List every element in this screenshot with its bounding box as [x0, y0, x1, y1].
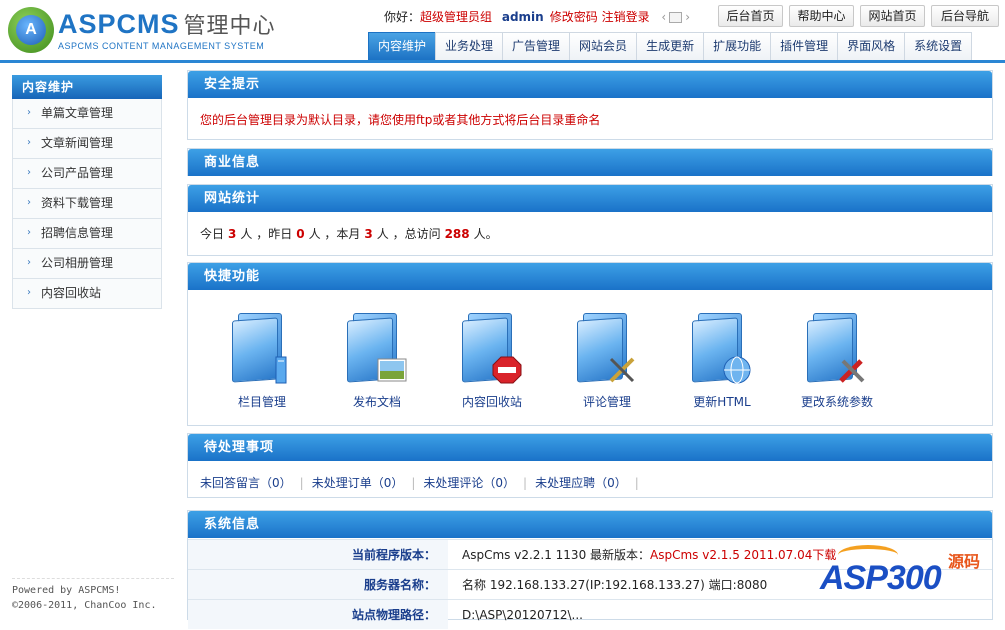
quick-item-recycle[interactable]: 内容回收站 — [442, 307, 542, 410]
todo-panel: 待处理事项 未回答留言（0） | 未处理订单（0） | 未处理评论（0） | 未处理应聘（0… — [187, 433, 993, 498]
today-count: 3 — [228, 227, 237, 241]
tab-ads[interactable]: 广告管理 — [502, 32, 571, 60]
quick-item-update-html[interactable]: 更新HTML — [672, 307, 772, 410]
todo-pending-applications[interactable]: 未处理应聘（0） — [535, 476, 627, 490]
user-bar: 你好：超级管理员组 admin 修改密码 注销登录 ‹ › — [384, 8, 690, 26]
chevron-right-icon: › — [27, 227, 31, 238]
total-count: 288 — [444, 227, 470, 241]
security-message: 您的后台管理目录为默认目录，请您使用ftp或者其他方式将后台目录重命名 — [200, 113, 601, 127]
chevron-right-icon: › — [27, 257, 31, 268]
chevron-right-icon: › — [27, 137, 31, 148]
greeting: 你好： — [384, 10, 421, 24]
site-home-button[interactable]: 网站首页 — [860, 5, 925, 27]
sidebar-item-jobs[interactable]: › 招聘信息管理 — [12, 219, 162, 249]
folder-pen-icon — [577, 313, 637, 389]
sidebar-title: 内容维护 — [12, 75, 162, 99]
chevron-right-icon: › — [27, 197, 31, 208]
business-panel: 商业信息 — [187, 148, 993, 176]
panel-title: 网站统计 — [188, 185, 992, 212]
username: admin — [501, 10, 544, 24]
chevron-left-icon[interactable]: ‹ — [661, 10, 666, 24]
todo-pending-comments[interactable]: 未处理评论（0） — [423, 476, 515, 490]
folder-book-icon — [232, 313, 292, 389]
panel-title: 待处理事项 — [188, 434, 992, 461]
powered-by: Powered by ASPCMS! — [12, 585, 121, 596]
watermark-logo: ASP300 源码 — [818, 545, 998, 605]
panel-title: 系统信息 — [188, 511, 992, 538]
chevron-right-icon: › — [27, 107, 31, 118]
main-nav: 内容维护 业务处理 广告管理 网站会员 生成更新 扩展功能 插件管理 界面风格 … — [368, 32, 973, 60]
folder-globe-icon — [692, 313, 752, 389]
header-divider — [0, 60, 1005, 63]
security-panel: 安全提示 您的后台管理目录为默认目录，请您使用ftp或者其他方式将后台目录重命名 — [187, 70, 993, 140]
tab-themes[interactable]: 界面风格 — [837, 32, 906, 60]
footer: Powered by ASPCMS! ©2006-2011, ChanCoo I… — [12, 578, 174, 613]
folder-delete-icon — [462, 313, 522, 389]
copyright: ©2006-2011, ChanCoo Inc. — [12, 600, 157, 611]
help-center-button[interactable]: 帮助中心 — [789, 5, 854, 27]
admin-home-button[interactable]: 后台首页 — [718, 5, 783, 27]
tab-business[interactable]: 业务处理 — [435, 32, 504, 60]
todo-pending-orders[interactable]: 未处理订单（0） — [312, 476, 404, 490]
quick-item-publish[interactable]: 发布文档 — [327, 307, 427, 410]
chevron-right-icon[interactable]: › — [685, 10, 690, 24]
sidebar-item-single-article[interactable]: › 单篇文章管理 — [12, 99, 162, 129]
sidebar-item-downloads[interactable]: › 资料下载管理 — [12, 189, 162, 219]
tab-generate[interactable]: 生成更新 — [636, 32, 705, 60]
quick-item-system-params[interactable]: 更改系统参数 — [787, 307, 887, 410]
panel-title: 商业信息 — [188, 149, 992, 176]
toggle-box-icon[interactable] — [669, 12, 683, 23]
tab-content[interactable]: 内容维护 — [368, 32, 437, 60]
quick-actions-panel: 快捷功能 栏目管理 发布文档 内容回收站 评论管理 更新HTML 更改系统参数 — [187, 262, 993, 426]
panel-title: 快捷功能 — [188, 263, 992, 290]
logout-link[interactable]: 注销登录 — [602, 10, 650, 24]
logo-tagline: ASPCMS CONTENT MANAGEMENT SYSTEM — [58, 41, 265, 51]
sidebar-item-recycle[interactable]: › 内容回收站 — [12, 279, 162, 309]
stats-panel: 网站统计 今日 3 人 ，昨日 0 人 ，本月 3 人 ，总访问 288 人。 — [187, 184, 993, 256]
sidebar-item-news[interactable]: › 文章新闻管理 — [12, 129, 162, 159]
sidebar: 内容维护 › 单篇文章管理 › 文章新闻管理 › 公司产品管理 › 资料下载管理 › 招聘… — [12, 75, 162, 309]
tab-members[interactable]: 网站会员 — [569, 32, 638, 60]
admin-nav-button[interactable]: 后台导航 — [931, 5, 999, 27]
yesterday-count: 0 — [296, 227, 305, 241]
change-password-link[interactable]: 修改密码 — [550, 10, 598, 24]
chevron-right-icon: › — [27, 287, 31, 298]
month-count: 3 — [364, 227, 373, 241]
folder-image-icon — [347, 313, 407, 389]
sidebar-item-products[interactable]: › 公司产品管理 — [12, 159, 162, 189]
logo-title: ASPCMS 管理中心 — [58, 9, 276, 39]
tab-extensions[interactable]: 扩展功能 — [703, 32, 772, 60]
chevron-right-icon: › — [27, 167, 31, 178]
logo-icon: A — [8, 7, 54, 53]
folder-tools-icon — [807, 313, 867, 389]
header: A ASPCMS 管理中心 ASPCMS CONTENT MANAGEMENT S… — [0, 0, 1005, 63]
panel-title: 安全提示 — [188, 71, 992, 98]
quick-item-comments[interactable]: 评论管理 — [557, 307, 657, 410]
todo-list: 未回答留言（0） | 未处理订单（0） | 未处理评论（0） | 未处理应聘（0） | — [200, 476, 639, 490]
tab-settings[interactable]: 系统设置 — [904, 32, 973, 60]
quick-item-categories[interactable]: 栏目管理 — [212, 307, 312, 410]
sidebar-item-albums[interactable]: › 公司相册管理 — [12, 249, 162, 279]
latest-version-link[interactable]: AspCms v2.1.5 2011.07.04下载 — [650, 548, 836, 562]
stats-line: 今日 3 人 ，昨日 0 人 ，本月 3 人 ，总访问 288 人。 — [200, 227, 498, 241]
todo-unanswered-messages[interactable]: 未回答留言（0） — [200, 476, 292, 490]
tab-plugins[interactable]: 插件管理 — [770, 32, 839, 60]
role-link[interactable]: 超级管理员组 — [420, 10, 492, 24]
